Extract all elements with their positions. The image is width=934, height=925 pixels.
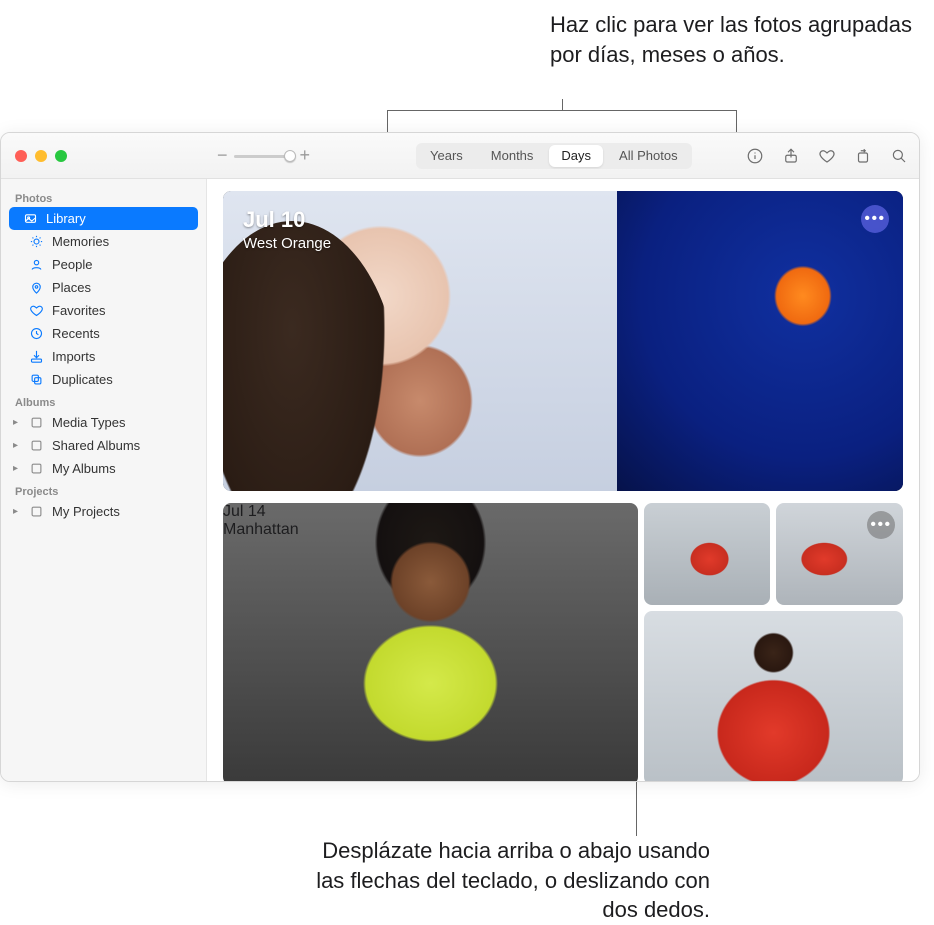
photo-grid: •••: [644, 503, 903, 781]
tab-days[interactable]: Days: [549, 145, 603, 167]
sidebar-item-label: People: [52, 257, 92, 272]
tab-all-photos[interactable]: All Photos: [605, 143, 692, 169]
more-button[interactable]: •••: [861, 205, 889, 233]
callout-bottom-text: Desplázate hacia arriba o abajo usando l…: [290, 836, 710, 925]
day-group: Jul 14 Manhattan •••: [223, 503, 903, 781]
close-window-button[interactable]: [15, 150, 27, 162]
zoom-slider-knob[interactable]: [284, 150, 296, 162]
share-icon[interactable]: [781, 146, 801, 166]
zoom-in-button[interactable]: +: [300, 145, 311, 166]
favorite-icon[interactable]: [817, 146, 837, 166]
info-icon[interactable]: [745, 146, 765, 166]
more-button[interactable]: •••: [867, 511, 895, 539]
day-header: Jul 14 Manhattan: [223, 503, 638, 539]
sidebar-section-albums: Albums: [1, 391, 206, 411]
window-titlebar: − + Years Months Days All Photos: [1, 133, 919, 179]
rotate-icon[interactable]: [853, 146, 873, 166]
day-place: Manhattan: [223, 521, 638, 539]
sidebar-item-library[interactable]: Library: [9, 207, 198, 230]
main-content[interactable]: Jul 10 West Orange ••• Jul 14 Manhattan: [207, 179, 919, 781]
sidebar-item-my-albums[interactable]: ▸ My Albums: [1, 457, 206, 480]
photo-thumbnail[interactable]: [644, 611, 903, 781]
chevron-right-icon: ▸: [13, 417, 18, 428]
sidebar-section-projects: Projects: [1, 480, 206, 500]
toolbar-right: [745, 146, 909, 166]
day-header: Jul 10 West Orange: [243, 207, 331, 252]
zoom-window-button[interactable]: [55, 150, 67, 162]
day-hero-photo[interactable]: Jul 14 Manhattan: [223, 503, 638, 781]
sidebar-item-media-types[interactable]: ▸ Media Types: [1, 411, 206, 434]
day-place: West Orange: [243, 235, 331, 252]
sidebar-item-my-projects[interactable]: ▸ My Projects: [1, 500, 206, 523]
chevron-right-icon: ▸: [13, 506, 18, 517]
tab-years[interactable]: Years: [416, 143, 477, 169]
sidebar-item-label: Places: [52, 280, 91, 295]
sidebar-item-label: Media Types: [52, 415, 125, 430]
sidebar-item-label: Favorites: [52, 303, 105, 318]
photo-thumbnail[interactable]: [644, 503, 771, 605]
zoom-slider[interactable]: [234, 154, 294, 158]
sidebar-item-label: Imports: [52, 349, 95, 364]
sidebar-item-label: Shared Albums: [52, 438, 140, 453]
photo-thumbnail[interactable]: •••: [776, 503, 903, 605]
sidebar-item-label: My Albums: [52, 461, 116, 476]
search-icon[interactable]: [889, 146, 909, 166]
callout-bottom-leader: [636, 782, 637, 836]
photo-thumbnail[interactable]: [617, 191, 903, 491]
callout-top-text: Haz clic para ver las fotos agrupadas po…: [550, 10, 930, 69]
window-body: Photos Library Memories People Places Fa…: [1, 179, 919, 781]
sidebar-item-shared-albums[interactable]: ▸ Shared Albums: [1, 434, 206, 457]
chevron-right-icon: ▸: [13, 463, 18, 474]
day-date: Jul 10: [243, 207, 331, 233]
callout-top-leader: [387, 110, 737, 132]
tab-months[interactable]: Months: [477, 143, 548, 169]
sidebar-item-label: Memories: [52, 234, 109, 249]
sidebar-item-label: My Projects: [52, 504, 120, 519]
zoom-controls: − +: [217, 145, 310, 166]
photos-window: − + Years Months Days All Photos: [0, 132, 920, 782]
day-date: Jul 14: [223, 503, 638, 521]
sidebar-item-recents[interactable]: Recents: [1, 322, 206, 345]
sidebar-item-imports[interactable]: Imports: [1, 345, 206, 368]
sidebar-item-memories[interactable]: Memories: [1, 230, 206, 253]
traffic-lights: [15, 150, 67, 162]
sidebar-item-label: Recents: [52, 326, 100, 341]
day-hero-photo[interactable]: Jul 10 West Orange •••: [223, 191, 903, 491]
sidebar-item-places[interactable]: Places: [1, 276, 206, 299]
sidebar: Photos Library Memories People Places Fa…: [1, 179, 207, 781]
zoom-out-button[interactable]: −: [217, 145, 228, 166]
minimize-window-button[interactable]: [35, 150, 47, 162]
chevron-right-icon: ▸: [13, 440, 18, 451]
sidebar-item-duplicates[interactable]: Duplicates: [1, 368, 206, 391]
sidebar-item-favorites[interactable]: Favorites: [1, 299, 206, 322]
sidebar-item-people[interactable]: People: [1, 253, 206, 276]
sidebar-item-label: Library: [46, 211, 86, 226]
sidebar-item-label: Duplicates: [52, 372, 113, 387]
day-group: Jul 10 West Orange •••: [223, 191, 903, 491]
sidebar-section-photos: Photos: [1, 187, 206, 207]
view-segmented-control: Years Months Days All Photos: [416, 143, 692, 169]
